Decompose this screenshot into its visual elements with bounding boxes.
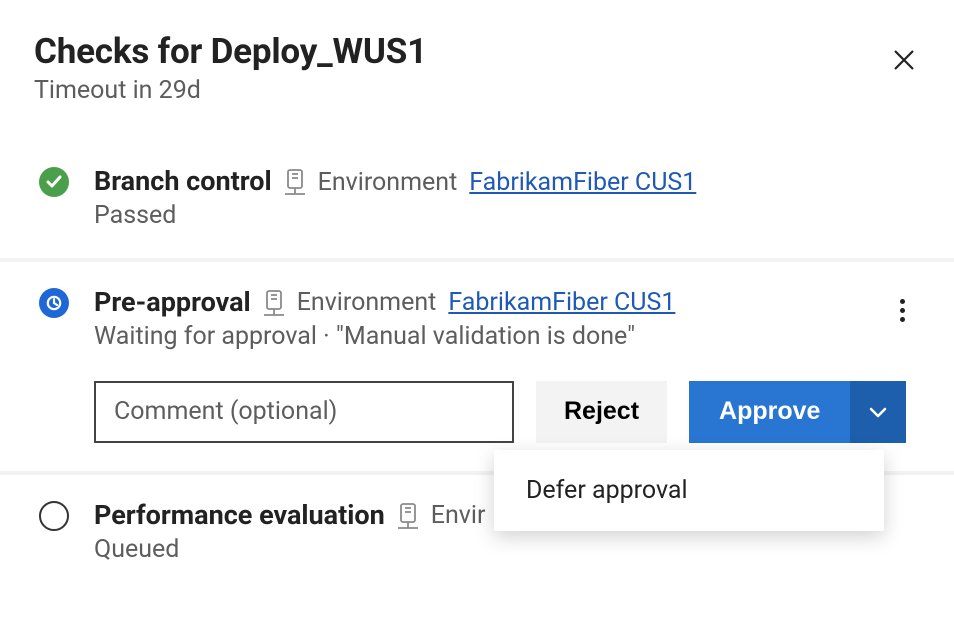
status-waiting-icon: [39, 288, 69, 318]
close-button[interactable]: [884, 40, 924, 80]
check-status: Queued: [94, 535, 920, 564]
more-options-button[interactable]: [884, 292, 920, 328]
timeout-text: Timeout in 29d: [34, 76, 427, 105]
kebab-dot-icon: [900, 317, 905, 322]
environment-label: Envir: [431, 500, 486, 531]
status-passed-icon: [39, 167, 69, 197]
server-icon: [397, 502, 419, 530]
kebab-dot-icon: [900, 299, 905, 304]
check-title: Branch control: [94, 165, 272, 199]
check-status: Passed: [94, 201, 920, 230]
close-icon: [893, 49, 915, 71]
environment-link[interactable]: FabrikamFiber CUS1: [448, 287, 675, 318]
reject-button[interactable]: Reject: [536, 381, 667, 443]
status-queued-icon: [39, 501, 69, 531]
server-icon: [263, 289, 285, 317]
check-title: Performance evaluation: [94, 499, 385, 533]
check-row-preapproval: Pre-approval Environment FabrikamFiber C…: [0, 286, 954, 443]
kebab-dot-icon: [900, 308, 905, 313]
check-title: Pre-approval: [94, 286, 251, 320]
check-status: Waiting for approval · "Manual validatio…: [94, 322, 884, 351]
comment-input[interactable]: [94, 381, 514, 443]
approve-dropdown-menu: Defer approval: [494, 450, 884, 531]
environment-link[interactable]: FabrikamFiber CUS1: [469, 167, 696, 198]
chevron-down-icon: [868, 405, 888, 419]
check-row-branch: Branch control Environment FabrikamFiber…: [0, 165, 954, 230]
page-title: Checks for Deploy_WUS1: [34, 32, 427, 72]
environment-label: Environment: [318, 167, 458, 198]
approve-button[interactable]: Approve: [689, 381, 850, 443]
approve-dropdown-toggle[interactable]: [850, 381, 906, 443]
server-icon: [284, 168, 306, 196]
environment-label: Environment: [297, 287, 437, 318]
defer-approval-item[interactable]: Defer approval: [494, 460, 884, 521]
row-separator: [0, 258, 954, 262]
approve-split-button: Approve: [689, 381, 906, 443]
